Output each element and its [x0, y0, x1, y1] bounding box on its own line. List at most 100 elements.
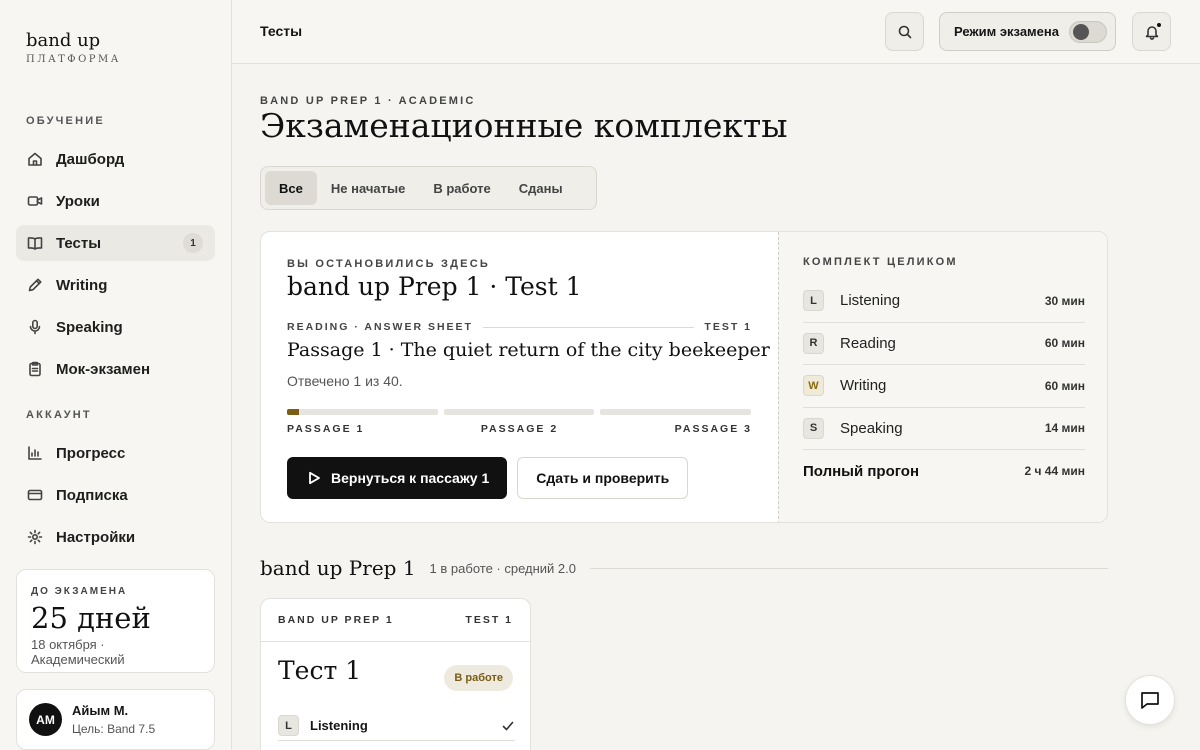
search-button[interactable]: [885, 12, 924, 51]
divider: [482, 326, 695, 328]
sidebar-item-label: Writing: [56, 276, 108, 294]
section-label-learning: ОБУЧЕНИЕ: [26, 115, 105, 127]
exam-mode-label: Режим экзамена: [954, 24, 1059, 39]
user-profile-card[interactable]: АМ Айым М. Цель: Band 7.5: [16, 689, 215, 750]
exam-mode-toggle[interactable]: Режим экзамена: [939, 12, 1116, 51]
chat-button[interactable]: [1125, 675, 1175, 725]
resume-actions: Вернуться к пассажу 1 Сдать и проверить: [287, 457, 752, 499]
set-group-header: band up Prep 1 1 в работе · средний 2.0: [260, 556, 1108, 580]
resume-passage-button[interactable]: Вернуться к пассажу 1: [287, 457, 508, 499]
passage-progress-bar: [444, 409, 594, 415]
resume-card: ВЫ ОСТАНОВИЛИСЬ ЗДЕСЬ band up Prep 1 · T…: [260, 231, 1108, 523]
answer-sheet-label: READING · ANSWER SHEET: [287, 321, 473, 333]
full-set-panel: КОМПЛЕКТ ЦЕЛИКОМ L Listening 30 мин R Re…: [778, 232, 1107, 522]
full-run-duration: 2 ч 44 мин: [1024, 464, 1086, 478]
page-breadcrumb: Тесты: [260, 23, 303, 39]
exam-date: 18 октября · Академический: [31, 637, 125, 667]
answered-count: Отвечено 1 из 40.: [287, 373, 403, 389]
section-duration: 30 мин: [1044, 293, 1085, 308]
mic-icon: [26, 318, 44, 336]
passage-label: PASSAGE 1: [287, 423, 365, 435]
resume-title: band up Prep 1 · Test 1: [287, 272, 582, 301]
avatar: АМ: [29, 703, 62, 736]
book-icon: [26, 234, 44, 252]
section-duration: 60 мин: [1044, 378, 1085, 393]
list-item[interactable]: L Listening: [278, 711, 515, 741]
resume-passage-label: Вернуться к пассажу 1: [331, 470, 490, 486]
set-group-title: band up Prep 1: [260, 556, 416, 580]
home-icon: [26, 150, 44, 168]
filter-tabs: Все Не начатые В работе Сданы: [260, 166, 597, 210]
section-letter: S: [803, 417, 824, 439]
exam-countdown-label: ДО ЭКЗАМЕНА: [31, 586, 128, 597]
test-card-test: TEST 1: [465, 614, 513, 626]
passage-labels: PASSAGE 1 PASSAGE 2 PASSAGE 3: [287, 423, 752, 435]
list-item[interactable]: R Reading 60 мин: [803, 323, 1085, 365]
brand-name: band up: [26, 30, 101, 51]
section-letter: L: [278, 715, 299, 736]
test-card-title: Тест 1: [278, 656, 362, 685]
full-set-label: КОМПЛЕКТ ЦЕЛИКОМ: [803, 256, 958, 268]
sidebar-item-lessons[interactable]: Уроки: [16, 183, 215, 219]
list-item[interactable]: S Speaking 14 мин: [803, 408, 1085, 450]
sidebar-item-progress[interactable]: Прогресс: [16, 435, 215, 471]
brand-logo[interactable]: band up ПЛАТФОРМА: [26, 30, 121, 65]
sidebar-item-label: Дашборд: [56, 150, 125, 168]
sidebar-item-settings[interactable]: Настройки: [16, 519, 215, 555]
list-item[interactable]: W Writing 60 мин: [803, 365, 1085, 408]
section-name: Writing: [840, 377, 887, 395]
section-duration: 14 мин: [1044, 421, 1085, 436]
section-label-account: АККАУНТ: [26, 409, 92, 421]
sidebar-item-label: Мок-экзамен: [56, 360, 151, 378]
exam-mode-switch[interactable]: [1069, 21, 1107, 43]
play-icon: [309, 471, 320, 485]
card-icon: [26, 486, 44, 504]
switch-knob: [1073, 24, 1089, 40]
filter-in-progress[interactable]: В работе: [419, 171, 504, 205]
submit-check-button[interactable]: Сдать и проверить: [517, 457, 689, 499]
user-name: Айым М.: [72, 703, 129, 718]
sidebar-item-speaking[interactable]: Speaking: [16, 309, 215, 345]
sidebar: band up ПЛАТФОРМА ОБУЧЕНИЕ Дашборд Уроки…: [0, 0, 232, 750]
filter-submitted[interactable]: Сданы: [505, 171, 577, 205]
sidebar-item-label: Прогресс: [56, 444, 126, 462]
brand-subtitle: ПЛАТФОРМА: [26, 54, 121, 65]
section-letter: R: [803, 332, 824, 354]
passage-progress-bar: [287, 409, 438, 415]
sidebar-item-writing[interactable]: Writing: [16, 267, 215, 303]
passage-progress-fill: [287, 409, 300, 415]
notification-dot: [1156, 22, 1162, 28]
passage-label: PASSAGE 2: [480, 423, 559, 435]
resume-eyebrow: ВЫ ОСТАНОВИЛИСЬ ЗДЕСЬ: [287, 258, 490, 270]
passage-label: PASSAGE 3: [674, 423, 752, 435]
filter-all[interactable]: Все: [265, 171, 317, 205]
passage-title: Passage 1 · The quiet return of the city…: [287, 339, 770, 361]
chat-icon: [1141, 692, 1159, 709]
list-item[interactable]: L Listening 30 мин: [803, 280, 1085, 323]
exam-countdown-days: 25 дней: [31, 601, 151, 635]
sidebar-item-subscription[interactable]: Подписка: [16, 477, 215, 513]
section-letter: W: [803, 375, 824, 397]
section-duration: 60 мин: [1044, 336, 1085, 351]
sidebar-item-tests[interactable]: Тесты 1: [16, 225, 215, 261]
pen-icon: [26, 276, 44, 294]
full-run-row[interactable]: Полный прогон 2 ч 44 мин: [803, 450, 1085, 492]
section-name: Listening: [310, 718, 368, 733]
video-icon: [26, 192, 44, 210]
sidebar-item-dashboard[interactable]: Дашборд: [16, 141, 215, 177]
section-name: Speaking: [840, 419, 903, 437]
test-card[interactable]: BAND UP PREP 1 TEST 1 Тест 1 В работе L …: [260, 598, 531, 750]
test-card-set: BAND UP PREP 1: [278, 614, 394, 626]
test-card-header: BAND UP PREP 1 TEST 1: [261, 599, 530, 642]
sidebar-item-label: Speaking: [56, 318, 123, 336]
sidebar-item-mock-exam[interactable]: Мок-экзамен: [16, 351, 215, 387]
chart-icon: [26, 444, 44, 462]
gear-icon: [26, 528, 44, 546]
full-set-list: L Listening 30 мин R Reading 60 мин W Wr…: [803, 280, 1085, 492]
full-run-label: Полный прогон: [803, 462, 920, 480]
section-name: Reading: [840, 334, 896, 352]
set-group-meta: 1 в работе · средний 2.0: [429, 560, 576, 576]
filter-not-started[interactable]: Не начатые: [317, 171, 419, 205]
check-icon: [502, 721, 514, 730]
notifications-button[interactable]: [1132, 12, 1171, 51]
